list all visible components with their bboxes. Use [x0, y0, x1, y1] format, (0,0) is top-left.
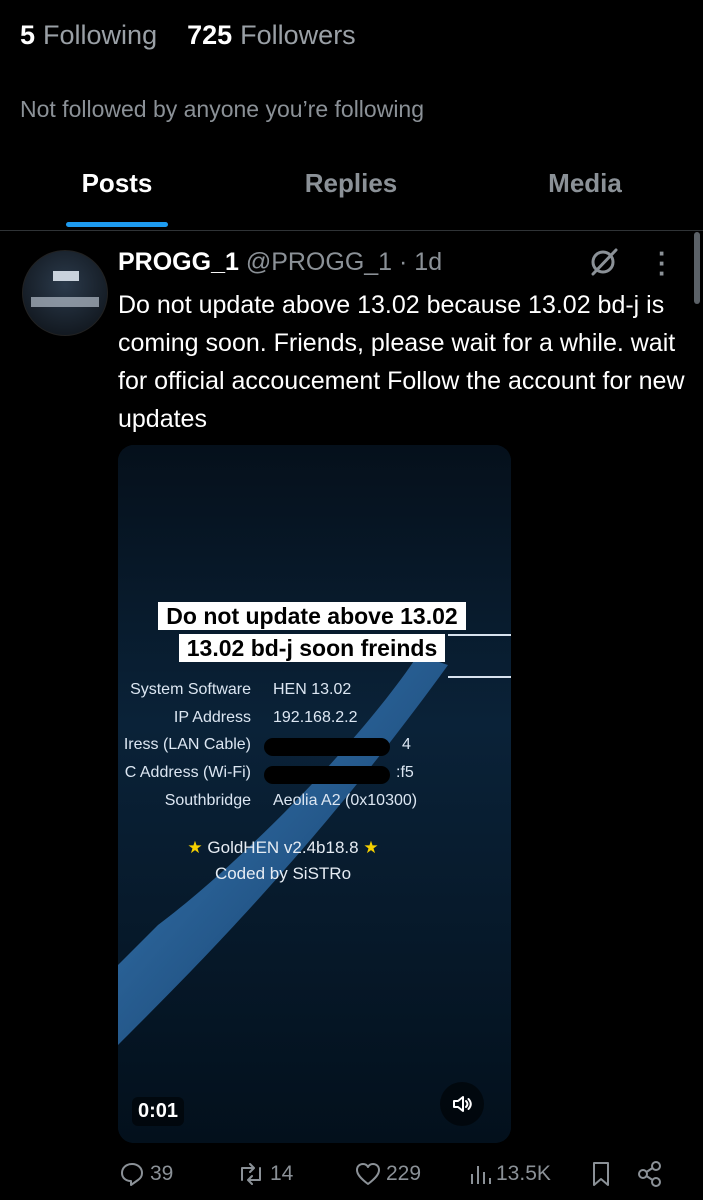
views-button[interactable]: 13.5K — [468, 1160, 551, 1188]
repost-count: 14 — [270, 1162, 294, 1185]
tab-posts[interactable]: Posts — [0, 168, 234, 230]
scrollbar[interactable] — [694, 232, 700, 304]
followers-label: Followers — [240, 20, 356, 50]
star-icon: ★ — [363, 838, 379, 857]
share-button[interactable] — [636, 1160, 664, 1188]
overlay-line-2: 13.02 bd-j soon freinds — [178, 634, 446, 662]
more-options-icon[interactable]: · · · — [658, 240, 667, 286]
volume-button[interactable] — [440, 1082, 484, 1126]
not-followed-notice: Not followed by anyone you’re following — [20, 96, 425, 122]
star-icon: ★ — [187, 838, 203, 857]
goldhen-version: GoldHEN v2.4b18.8 — [207, 838, 359, 857]
post-header: PROGG_1 @PROGG_1 · 1d — [118, 248, 442, 277]
redaction-mark — [264, 766, 390, 784]
info-row: IP Address 192.168.2.2 — [118, 709, 511, 731]
heart-icon — [356, 1163, 380, 1185]
repost-button[interactable]: 14 — [236, 1160, 293, 1188]
info-value: HEN 13.02 — [273, 681, 352, 698]
info-row: Southbridge Aeolia A2 (0x10300) — [118, 792, 511, 814]
following-link[interactable]: 5 Following — [20, 20, 157, 51]
speaker-muted-icon — [453, 1096, 472, 1112]
reply-count: 39 — [150, 1162, 174, 1185]
profile-stats: 5 Following 725 Followers — [20, 20, 356, 51]
avatar-image-detail — [31, 297, 99, 307]
following-count: 5 — [20, 20, 36, 50]
active-tab-indicator — [66, 222, 168, 227]
info-value: :f5 — [396, 764, 414, 781]
video-timestamp: 0:01 — [132, 1097, 185, 1126]
grok-icon[interactable] — [588, 246, 620, 278]
reply-button[interactable]: 39 — [118, 1160, 173, 1188]
info-value: Aeolia A2 (0x10300) — [273, 792, 418, 809]
info-label: Iress (LAN Cable) — [123, 736, 251, 753]
info-row: C Address (Wi-Fi) :f5 — [118, 764, 511, 786]
profile-tabs: Posts Replies Media — [0, 168, 703, 230]
tab-media-label: Media — [548, 168, 622, 198]
views-chart-icon — [471, 1166, 491, 1184]
author-name[interactable]: PROGG_1 — [118, 248, 239, 276]
post-video[interactable]: Do not update above 13.02 13.02 bd-j soo… — [118, 445, 511, 1143]
info-value: 4 — [402, 736, 411, 753]
post-actions: 39 14 229 13.5K — [118, 1160, 678, 1196]
avatar-image-detail — [53, 271, 79, 281]
followers-link[interactable]: 725 Followers — [187, 20, 356, 51]
info-row: Iress (LAN Cable) 4 — [118, 736, 511, 758]
info-label: System Software — [130, 681, 251, 698]
following-label: Following — [43, 20, 158, 50]
goldhen-credit: ★ GoldHEN v2.4b18.8 ★ Coded by SiSTRo — [118, 835, 448, 887]
info-row: System Software HEN 13.02 — [118, 681, 511, 703]
reply-icon — [121, 1163, 143, 1186]
info-label: C Address (Wi-Fi) — [124, 764, 251, 781]
tabs-divider — [0, 230, 703, 231]
info-value: 192.168.2.2 — [273, 709, 358, 726]
bookmark-icon — [593, 1162, 609, 1186]
author-handle-time[interactable]: @PROGG_1 · 1d — [246, 248, 442, 276]
redaction-mark — [264, 738, 390, 756]
tab-replies-label: Replies — [304, 168, 398, 198]
followers-count: 725 — [187, 20, 233, 50]
bookmark-button[interactable] — [588, 1160, 614, 1188]
info-label: Southbridge — [164, 792, 251, 809]
coded-by: Coded by SiSTRo — [214, 864, 352, 883]
info-label: IP Address — [173, 709, 251, 726]
view-count: 13.5K — [496, 1162, 551, 1185]
video-caption-overlay: Do not update above 13.02 13.02 bd-j soo… — [136, 600, 488, 664]
like-button[interactable]: 229 — [354, 1160, 421, 1188]
post-text: Do not update above 13.02 because 13.02 … — [118, 291, 685, 433]
overlay-line-1: Do not update above 13.02 — [158, 602, 466, 630]
tab-replies[interactable]: Replies — [234, 168, 468, 230]
like-count: 229 — [386, 1162, 422, 1185]
share-icon — [638, 1161, 661, 1187]
tab-media[interactable]: Media — [468, 168, 702, 230]
tab-posts-label: Posts — [81, 168, 153, 198]
repost-icon — [241, 1163, 261, 1185]
avatar[interactable] — [22, 250, 108, 336]
